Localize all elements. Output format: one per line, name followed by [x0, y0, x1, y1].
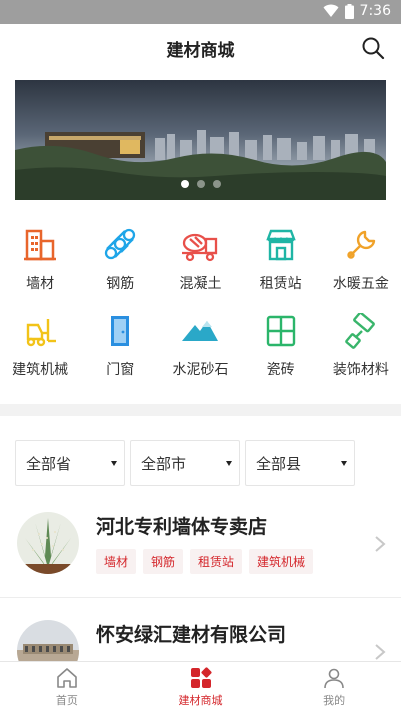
concrete-mixer-icon: [180, 225, 220, 265]
category-label: 租赁站: [259, 276, 302, 292]
carousel-dot[interactable]: [180, 180, 189, 188]
rental-station-icon: [261, 225, 301, 265]
bottom-tab-bar: 首页 建材商城 我的: [0, 661, 401, 710]
category-label: 装饰材料: [332, 362, 389, 378]
category-tiles[interactable]: 瓷砖: [241, 311, 321, 397]
tab-label: 我的: [323, 694, 346, 707]
carousel-dot[interactable]: [196, 180, 205, 188]
chevron-right-icon: [375, 536, 386, 552]
category-label: 水泥砂石: [172, 362, 229, 378]
category-label: 钢筋: [106, 276, 135, 292]
province-select-value: 全部省: [26, 454, 72, 473]
battery-icon: [344, 3, 354, 19]
region-filters: 全部省 全部市 全部县: [15, 440, 355, 486]
category-concrete[interactable]: 混凝土: [160, 225, 240, 311]
category-doors-windows[interactable]: 门窗: [80, 311, 160, 397]
carousel-indicator: [15, 180, 386, 188]
category-label: 水暖五金: [332, 276, 389, 292]
shop-tag: 租赁站: [190, 549, 243, 574]
county-select-value: 全部县: [256, 454, 302, 473]
category-label: 墙材: [26, 276, 55, 292]
mountain-icon: [180, 311, 220, 351]
shop-avatar: [17, 512, 79, 574]
category-plumbing-hardware[interactable]: 水暖五金: [321, 225, 401, 311]
caret-down-icon: [341, 461, 347, 466]
page-title: 建材商城: [166, 41, 235, 61]
wifi-icon: [323, 4, 339, 17]
app-bar: 建材商城: [0, 24, 401, 70]
shop-tag: 建筑机械: [249, 549, 314, 574]
banner-carousel[interactable]: [15, 80, 386, 200]
tile-icon: [261, 311, 301, 351]
shop-list-item[interactable]: 河北专利墙体专卖店 墙材 钢筋 租赁站 建筑机械: [0, 512, 401, 594]
category-rental-station[interactable]: 租赁站: [241, 225, 321, 311]
category-label: 瓷砖: [266, 362, 295, 378]
tab-mall[interactable]: 建材商城: [134, 662, 268, 710]
tab-label: 首页: [55, 694, 78, 707]
category-label: 门窗: [106, 362, 135, 378]
chevron-right-icon: [375, 644, 386, 660]
forklift-icon: [20, 311, 60, 351]
shop-name: 怀安绿汇建材有限公司: [96, 624, 287, 646]
category-construction-machinery[interactable]: 建筑机械: [0, 311, 80, 397]
category-label: 建筑机械: [12, 362, 69, 378]
province-select[interactable]: 全部省: [15, 440, 125, 486]
paint-roller-icon: [341, 311, 381, 351]
category-wall-material[interactable]: 墙材: [0, 225, 80, 311]
category-grid: 墙材 钢筋 混凝土 租赁站 水暖五金 建筑机械 门窗 水泥砂石 瓷砖 装饰材料: [0, 225, 401, 397]
category-decoration-materials[interactable]: 装饰材料: [321, 311, 401, 397]
person-icon: [324, 668, 344, 689]
shop-tag: 钢筋: [143, 549, 184, 574]
category-cement-sand[interactable]: 水泥砂石: [160, 311, 240, 397]
wrench-icon: [341, 225, 381, 265]
shop-tags: 墙材 钢筋 租赁站 建筑机械: [96, 549, 314, 574]
category-label: 混凝土: [179, 276, 222, 292]
shop-tag: 墙材: [96, 549, 137, 574]
caret-down-icon: [226, 461, 232, 466]
caret-down-icon: [111, 461, 117, 466]
tab-home[interactable]: 首页: [0, 662, 134, 710]
tab-profile[interactable]: 我的: [267, 662, 401, 710]
city-select-value: 全部市: [141, 454, 187, 473]
shop-name: 河北专利墙体专卖店: [96, 516, 268, 538]
carousel-dot[interactable]: [212, 180, 221, 188]
clock: 7:36: [359, 3, 391, 19]
section-divider: [0, 404, 401, 416]
category-steel-bar[interactable]: 钢筋: [80, 225, 160, 311]
search-icon[interactable]: [361, 36, 385, 60]
city-select[interactable]: 全部市: [130, 440, 240, 486]
status-bar: 7:36: [0, 0, 401, 24]
door-icon: [100, 311, 140, 351]
county-select[interactable]: 全部县: [245, 440, 355, 486]
home-icon: [57, 668, 77, 688]
wall-material-icon: [20, 225, 60, 265]
tab-label: 建材商城: [178, 694, 223, 707]
steel-bar-icon: [100, 225, 140, 265]
mall-grid-icon: [190, 667, 212, 688]
list-separator: [0, 597, 401, 598]
